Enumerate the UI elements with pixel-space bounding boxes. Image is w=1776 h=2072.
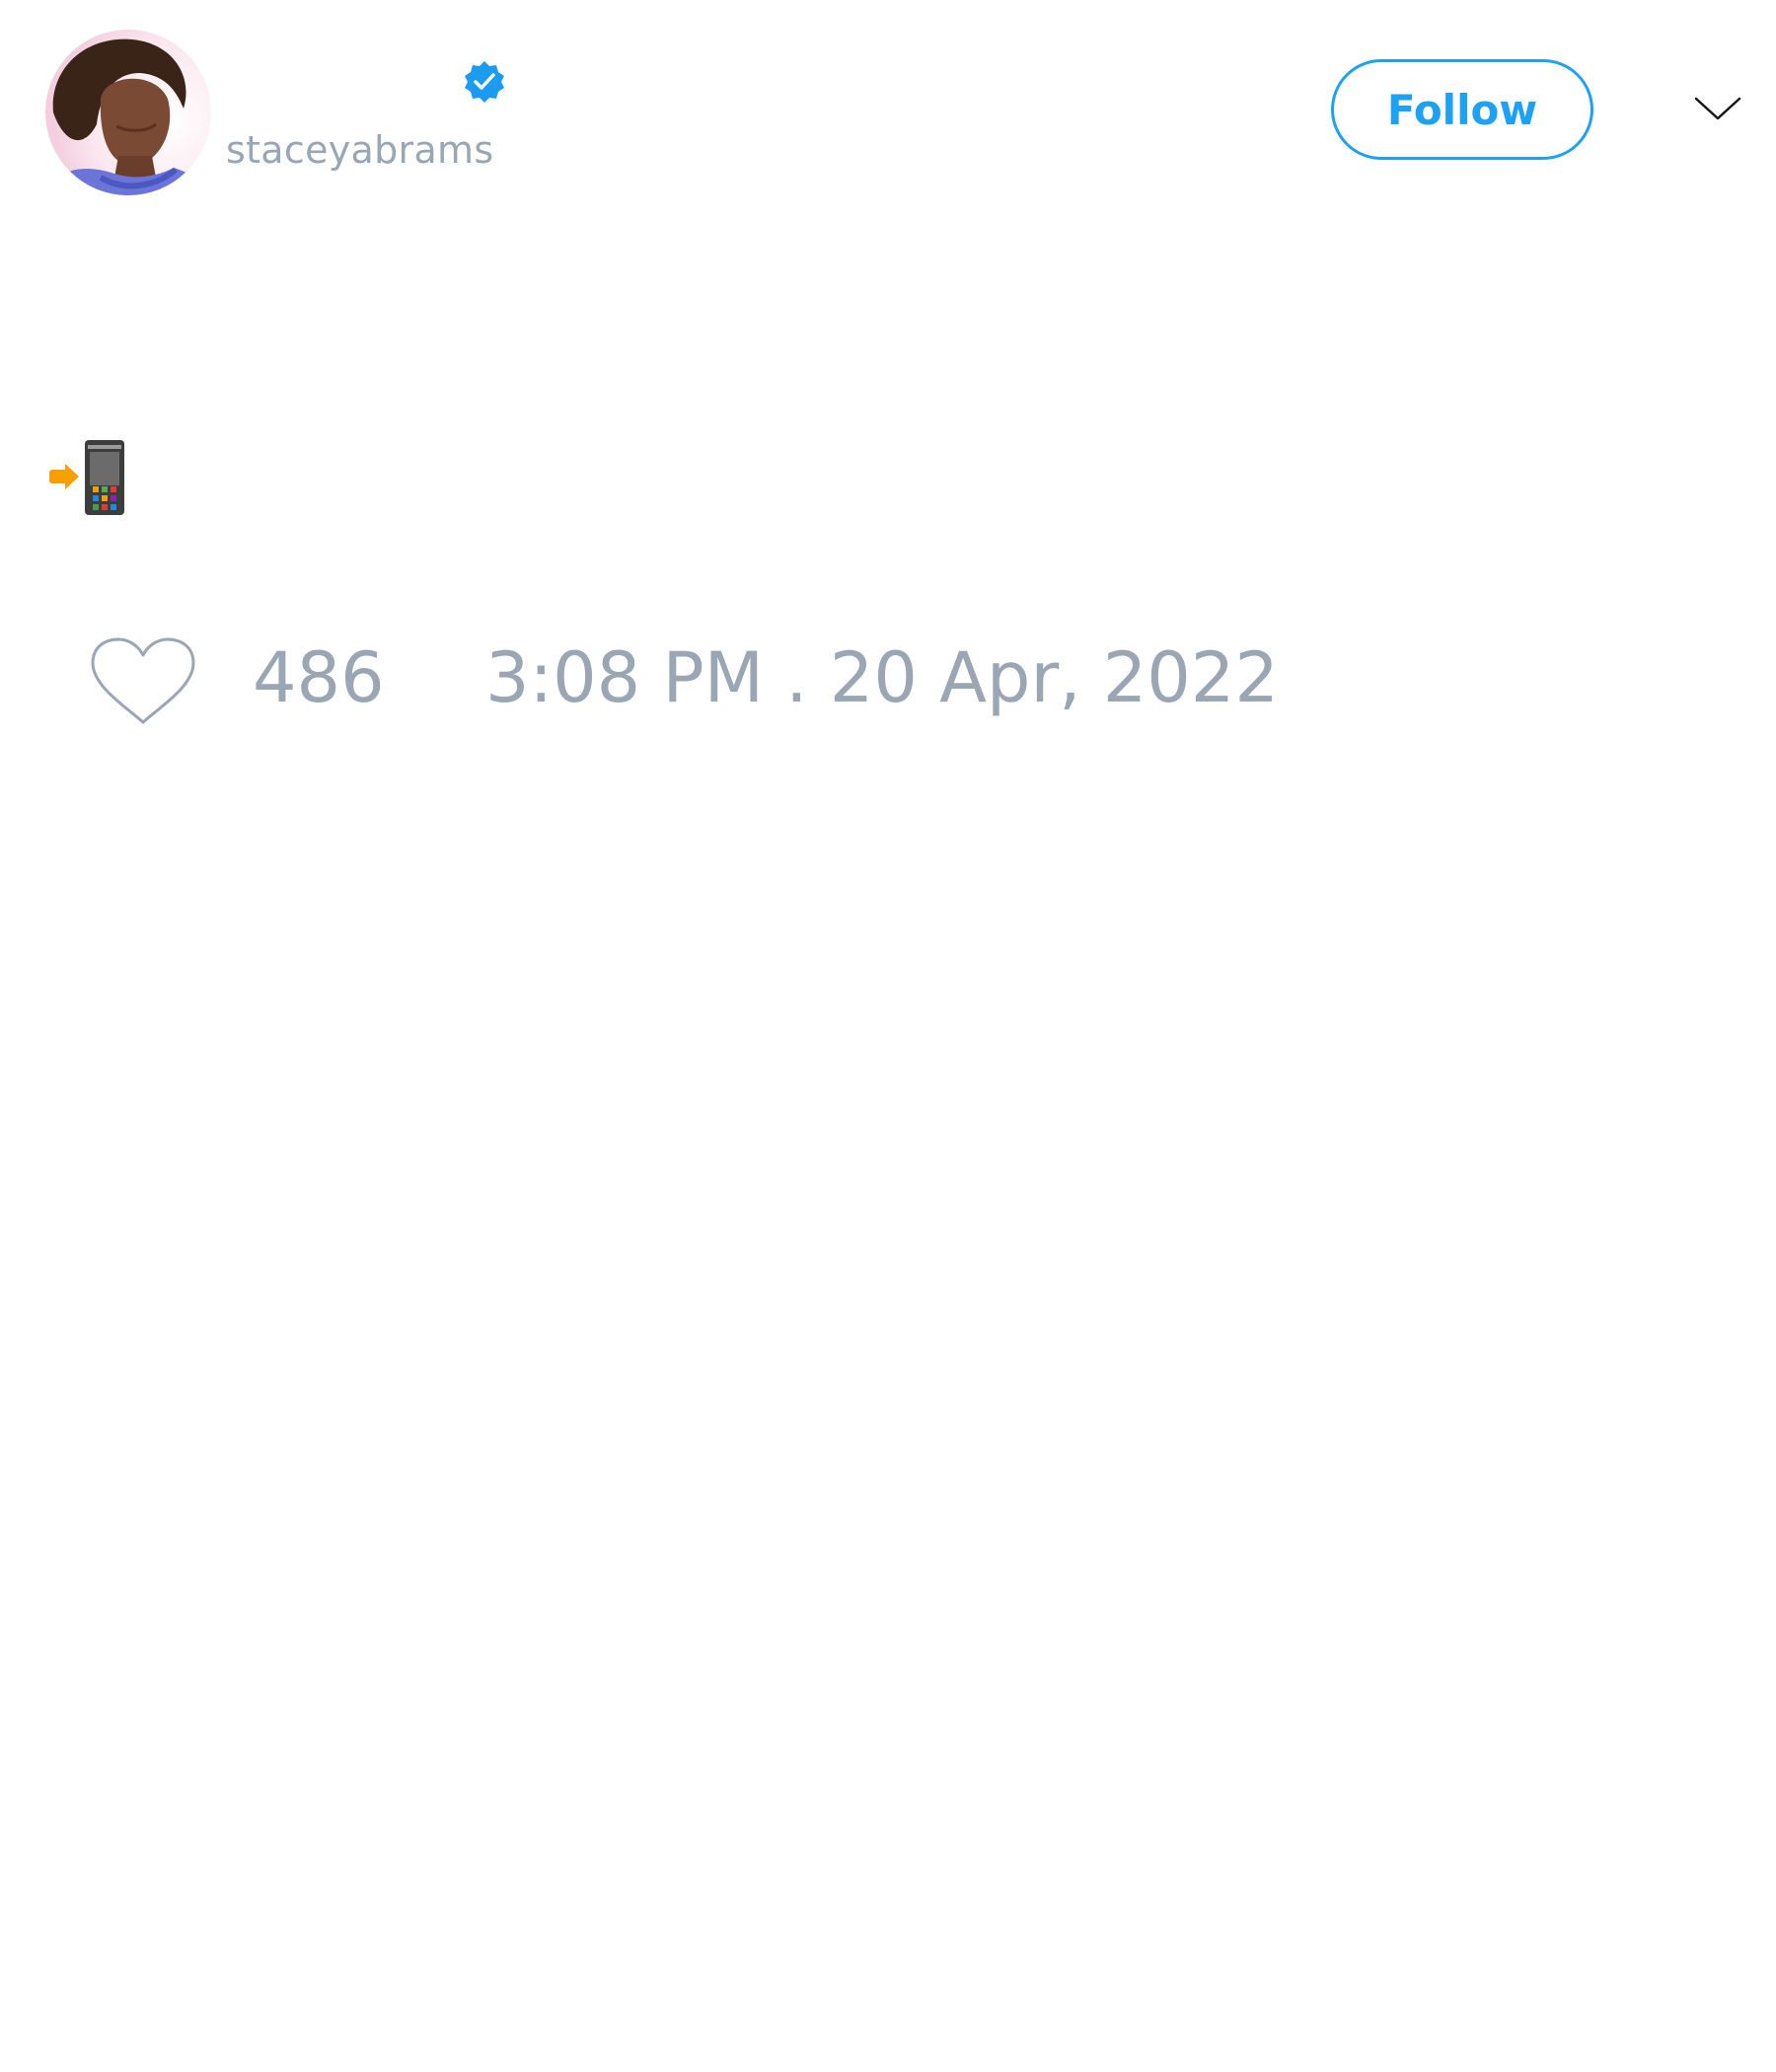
- display-name[interactable]: [227, 55, 444, 99]
- arrow-right-icon: [49, 464, 79, 489]
- heart-outline-icon[interactable]: [89, 635, 197, 730]
- handle[interactable]: staceyabrams: [226, 128, 493, 172]
- tweet-text: [47, 440, 146, 519]
- timestamp[interactable]: 3:08 PM . 20 Apr, 2022: [485, 643, 1279, 712]
- verified-badge-icon: [462, 59, 507, 105]
- tweet-card: staceyabrams Follow 486 3:08 PM . 20 Apr…: [0, 0, 1776, 2072]
- tweet-meta: 486 3:08 PM . 20 Apr, 2022: [89, 631, 1667, 730]
- chevron-down-icon[interactable]: [1693, 91, 1742, 126]
- follow-button[interactable]: Follow: [1331, 59, 1593, 160]
- avatar-photo: [45, 30, 211, 195]
- like-count: 486: [253, 637, 385, 718]
- mobile-phone-icon: [85, 440, 124, 515]
- avatar[interactable]: [45, 30, 211, 195]
